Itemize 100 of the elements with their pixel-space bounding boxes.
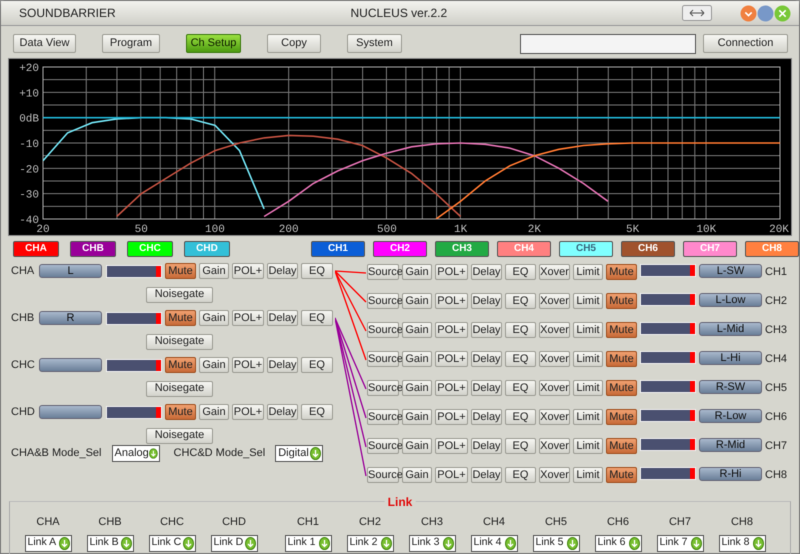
link-select[interactable]: Link 8 [718,534,766,552]
mute-button[interactable]: Mute [606,467,637,483]
channel-button[interactable]: Delay [471,322,502,338]
channel-button[interactable]: CH6 [621,241,675,257]
channel-button[interactable]: EQ [505,264,536,280]
minimize-icon[interactable] [740,4,757,22]
link-select[interactable]: Link 7 [656,534,704,552]
channel-button[interactable]: POL+ [435,322,468,338]
mute-button[interactable]: Mute [165,263,196,280]
channel-name-field[interactable] [39,405,102,420]
dropdown-icon[interactable] [244,536,256,550]
channel-button[interactable]: CHB [70,241,116,257]
toolbar-button[interactable]: Copy [267,34,321,53]
dropdown-icon[interactable] [628,536,640,550]
channel-name-field[interactable]: L-Hi [699,351,762,365]
toolbar-button[interactable]: System [347,34,402,53]
toolbar-button[interactable]: Data View [13,34,76,53]
noisegate-button[interactable]: Noisegate [146,428,213,444]
mute-button[interactable]: Mute [606,351,637,367]
channel-button[interactable]: Xover [539,351,570,367]
channel-button[interactable]: Xover [539,322,570,338]
channel-button[interactable]: EQ [505,380,536,396]
dropdown-icon[interactable] [120,536,132,550]
channel-button[interactable]: POL+ [435,438,468,454]
channel-button[interactable]: Gain [402,409,432,425]
link-select[interactable]: Link 1 [284,534,332,552]
channel-button[interactable]: Gain [402,293,432,309]
channel-button[interactable]: Gain [402,351,432,367]
channel-button[interactable]: Gain [199,310,229,326]
channel-name-field[interactable]: L-Mid [699,322,762,336]
channel-button[interactable]: POL+ [435,351,468,367]
channel-button[interactable]: Limit [573,438,603,454]
channel-name-field[interactable]: R-SW [699,380,762,394]
channel-button[interactable]: Gain [402,438,432,454]
channel-button[interactable]: Delay [471,264,502,280]
channel-name-field[interactable] [39,358,102,372]
channel-button[interactable]: EQ [301,357,333,374]
dropdown-icon[interactable] [690,536,702,550]
channel-button[interactable]: Xover [539,264,570,280]
channel-name-field[interactable]: R-Mid [699,438,762,452]
mute-button[interactable]: Mute [606,380,637,396]
connection-button[interactable]: Connection [703,34,788,53]
dropdown-icon[interactable] [504,536,516,550]
channel-name-field[interactable]: L-SW [699,264,762,278]
channel-button[interactable]: EQ [505,467,536,483]
link-select[interactable]: Link 2 [346,534,394,552]
mode-select[interactable]: Analog [112,445,160,462]
link-select[interactable]: Link 4 [470,534,518,552]
mode-select[interactable]: Digital [275,445,324,462]
channel-name-field[interactable]: R-Hi [699,467,762,481]
channel-button[interactable]: Xover [539,293,570,309]
text-field[interactable] [520,34,696,54]
dropdown-icon[interactable] [148,447,158,460]
toolbar-button[interactable]: Program [102,34,160,53]
mute-button[interactable]: Mute [606,264,637,280]
dropdown-icon[interactable] [442,536,454,550]
channel-button[interactable]: Xover [539,409,570,425]
channel-button[interactable]: Gain [402,467,432,483]
channel-button[interactable]: Limit [573,351,603,367]
channel-button[interactable]: Limit [573,264,603,280]
channel-button[interactable]: CHA [13,241,59,257]
mute-button[interactable]: Mute [165,404,196,420]
dropdown-icon[interactable] [182,536,194,550]
channel-button[interactable]: EQ [505,351,536,367]
channel-button[interactable]: Delay [471,409,502,425]
channel-button[interactable]: Delay [471,351,502,367]
channel-button[interactable]: EQ [301,263,333,280]
mute-button[interactable]: Mute [606,322,637,338]
channel-button[interactable]: Limit [573,467,603,483]
channel-button[interactable]: POL+ [435,264,468,280]
noisegate-button[interactable]: Noisegate [146,334,213,350]
channel-button[interactable]: Gain [402,264,432,280]
channel-button[interactable]: POL+ [435,409,468,425]
channel-button[interactable]: Xover [539,438,570,454]
channel-button[interactable]: Gain [199,404,229,420]
channel-button[interactable]: Gain [199,263,229,280]
channel-button[interactable]: POL+ [232,404,264,420]
dropdown-icon[interactable] [310,447,322,460]
mute-button[interactable]: Mute [606,293,637,309]
channel-name-field[interactable]: R-Low [699,409,762,423]
resize-icon[interactable] [682,5,712,21]
link-select[interactable]: Link C [148,534,196,552]
channel-button[interactable]: Delay [471,293,502,309]
link-select[interactable]: Link A [24,534,72,552]
mute-button[interactable]: Mute [165,357,196,374]
channel-button[interactable]: Gain [402,380,432,396]
dropdown-icon[interactable] [752,536,764,550]
channel-button[interactable]: Limit [573,322,603,338]
channel-button[interactable]: POL+ [232,263,264,280]
toolbar-button[interactable]: Ch Setup [186,34,241,53]
link-select[interactable]: Link B [86,534,134,552]
channel-button[interactable]: Limit [573,293,603,309]
channel-button[interactable]: EQ [505,409,536,425]
channel-button[interactable]: Gain [402,322,432,338]
channel-button[interactable]: POL+ [232,357,264,374]
channel-button[interactable]: Limit [573,380,603,396]
channel-button[interactable]: Delay [471,380,502,396]
noisegate-button[interactable]: Noisegate [146,380,213,396]
channel-button[interactable]: EQ [505,322,536,338]
channel-name-field[interactable]: L [39,264,102,278]
